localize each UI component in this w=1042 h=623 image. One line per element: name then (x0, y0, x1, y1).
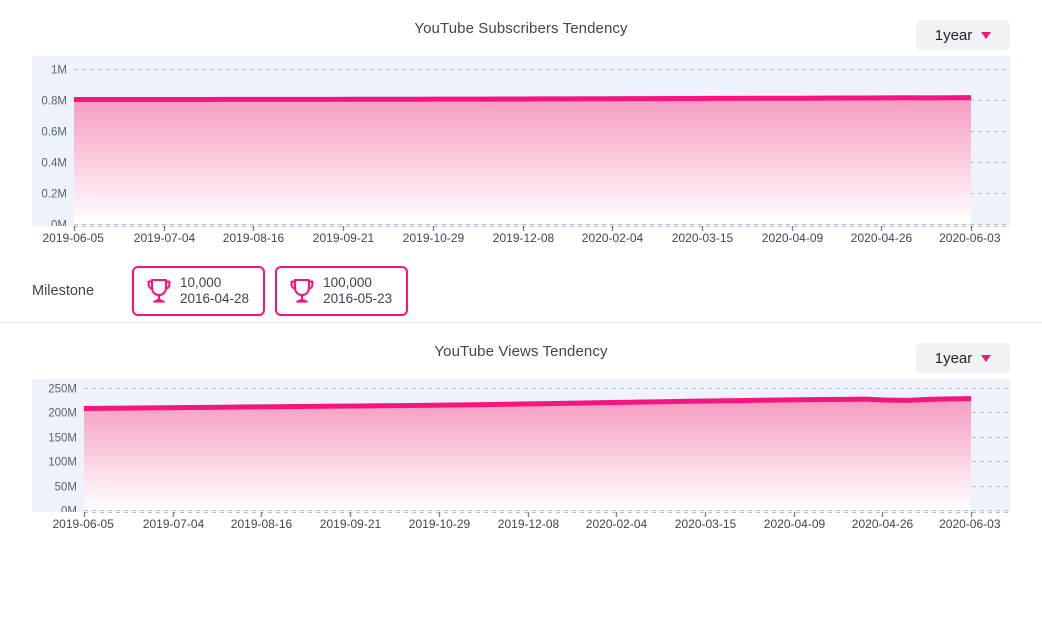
range-select-views-label: 1year (934, 349, 973, 367)
x-axis-tick-label: 2019-08-16 (223, 231, 285, 245)
y-axis-tick-label: 150M (48, 433, 77, 445)
milestone-badge[interactable]: 100,000 2016-05-23 (275, 266, 409, 316)
x-axis-tick-label: 2019-12-08 (493, 231, 555, 245)
milestone-date: 2016-05-23 (323, 291, 393, 306)
milestone-text: 100,000 2016-05-23 (323, 275, 392, 308)
milestone-list: 10,000 2016-04-28 100,000 2016-05-23 (132, 266, 409, 316)
x-axis-tick-label: 2020-04-26 (851, 231, 913, 245)
milestone-badge[interactable]: 10,000 2016-04-28 (132, 266, 266, 316)
x-axis-tick-label: 2019-09-21 (313, 231, 375, 245)
chevron-down-icon (981, 354, 992, 362)
x-axis-tick-label: 2019-12-08 (498, 517, 560, 531)
x-axis-tick-label: 2019-10-29 (409, 517, 471, 531)
x-axis-tick-label: 2020-03-15 (672, 231, 734, 245)
page-title-views: YouTube Views Tendency (434, 343, 608, 360)
range-select-views[interactable]: 1year (916, 343, 1010, 373)
views-chart-svg[interactable]: 250M200M150M100M50M0M (32, 379, 1010, 512)
x-axis-tick-label: 2020-06-03 (939, 517, 1001, 531)
milestone-text: 10,000 2016-04-28 (180, 275, 249, 308)
range-select-subscribers[interactable]: 1year (916, 20, 1010, 50)
y-axis-tick-label: 100M (48, 457, 77, 469)
page-title-subscribers: YouTube Subscribers Tendency (414, 20, 628, 37)
y-axis-tick-label: 0.6M (41, 127, 67, 139)
views-xaxis: 2019-06-05 2019-07-04 2019-08-16 2019-09-21… (32, 512, 1010, 534)
x-axis-tick-label: 2020-04-09 (762, 231, 824, 245)
subscribers-xaxis-svg: 2019-06-05 2019-07-04 2019-08-16 2019-09-21… (43, 226, 1008, 245)
subscribers-xaxis: 2019-06-05 2019-07-04 2019-08-16 2019-09-21… (32, 226, 1010, 248)
x-axis-tick-label: 2020-02-04 (586, 517, 648, 531)
chevron-down-icon (981, 31, 992, 39)
milestone-date: 2016-04-28 (180, 291, 250, 306)
trophy-icon (290, 278, 314, 303)
milestone-count: 10,000 (180, 274, 222, 290)
subscribers-chart-header: YouTube Subscribers Tendency 1year (0, 0, 1042, 56)
x-axis-tick-label: 2019-09-21 (320, 517, 382, 531)
views-panel: YouTube Views Tendency 1year 250M 200M 150… (0, 323, 1042, 534)
x-axis-tick-label: 2020-06-03 (939, 231, 1001, 245)
y-axis-tick-label: 0.8M (41, 96, 67, 108)
range-select-subscribers-label: 1year (934, 26, 973, 44)
x-axis-tick-label: 2019-08-16 (231, 517, 293, 531)
x-axis-tick-label: 2019-10-29 (403, 231, 465, 245)
x-axis-tick-label: 2020-04-26 (852, 517, 914, 531)
views-xaxis-svg: 2019-06-05 2019-07-04 2019-08-16 2019-09-21… (53, 512, 1008, 531)
y-axis-tick-label: 250M (48, 384, 77, 396)
y-axis-tick-label: 0.2M (41, 189, 67, 201)
y-axis-tick-label: 200M (48, 408, 77, 420)
x-axis-tick-label: 2020-04-09 (764, 517, 826, 531)
views-chart: 250M 200M 150M 100M 50M 0M (32, 379, 1010, 512)
milestone-label: Milestone (32, 283, 95, 299)
y-axis-tick-label: 0.4M (41, 158, 67, 170)
y-axis-tick-label: 50M (55, 482, 77, 494)
y-axis-tick-label: 1M (51, 65, 67, 77)
subscribers-panel: YouTube Subscribers Tendency 1year 1M 0.8… (0, 0, 1042, 323)
milestone-row: Milestone 10,000 2016-04-28 100,000 2016-05… (0, 248, 1042, 322)
milestone-count: 100,000 (323, 274, 372, 290)
area-fill (74, 97, 971, 224)
x-axis-tick-label: 2019-06-05 (43, 231, 105, 245)
views-chart-header: YouTube Views Tendency 1year (0, 323, 1042, 379)
series-line (73, 95, 972, 103)
x-axis-tick-label: 2019-07-04 (134, 231, 196, 245)
x-axis-tick-label: 2020-03-15 (675, 517, 737, 531)
subscribers-chart: 1M 0.8M 0.6M 0.4M 0.2M 0M (32, 56, 1010, 226)
area-fill (84, 398, 971, 510)
trophy-icon (147, 278, 171, 303)
x-axis-tick-label: 2020-02-04 (582, 231, 644, 245)
x-axis-tick-label: 2019-07-04 (143, 517, 205, 531)
subscribers-chart-svg[interactable]: 1M0.8M0.6M0.4M0.2M0M (32, 56, 1010, 226)
x-axis-tick-label: 2019-06-05 (53, 517, 115, 531)
